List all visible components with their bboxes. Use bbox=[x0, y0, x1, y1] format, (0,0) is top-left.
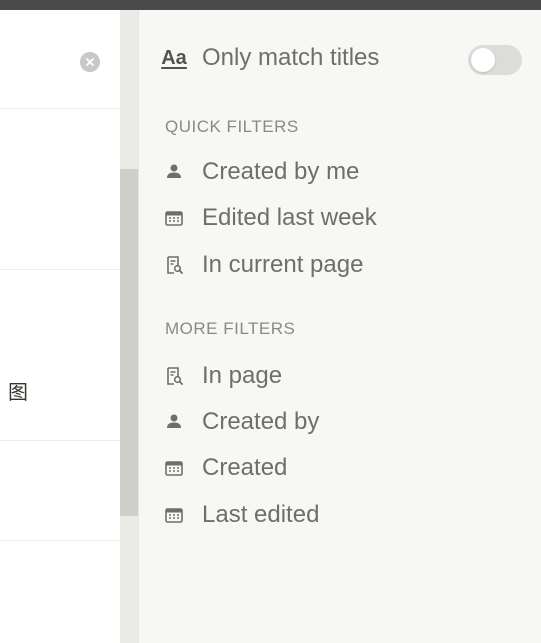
search-result-snippet[interactable]: 图 bbox=[8, 376, 28, 405]
person-icon bbox=[163, 411, 185, 433]
page-search-icon bbox=[163, 365, 185, 387]
filter-label: In current page bbox=[202, 251, 364, 278]
filter-edited-last-week[interactable]: Edited last week bbox=[163, 202, 377, 234]
calendar-icon bbox=[163, 207, 185, 229]
search-filters-panel: Aa Only match titles QUICK FILTERS Creat… bbox=[138, 10, 541, 643]
results-divider bbox=[0, 269, 120, 270]
filter-in-page[interactable]: In page bbox=[163, 360, 282, 392]
page-search-icon bbox=[163, 254, 185, 276]
filter-label: Last edited bbox=[202, 501, 320, 528]
filter-created-by-me[interactable]: Created by me bbox=[163, 156, 359, 188]
calendar-icon bbox=[163, 457, 185, 479]
toggle-knob bbox=[471, 48, 495, 72]
filter-last-edited[interactable]: Last edited bbox=[163, 499, 319, 531]
filter-created-by[interactable]: Created by bbox=[163, 406, 319, 438]
search-results-pane: 图 bbox=[0, 10, 140, 643]
filter-in-current-page[interactable]: In current page bbox=[163, 249, 363, 281]
filter-label: In page bbox=[202, 362, 283, 389]
clear-search-button[interactable] bbox=[80, 52, 100, 72]
results-divider bbox=[0, 540, 120, 541]
filter-label: Created by bbox=[202, 408, 320, 435]
results-divider bbox=[0, 440, 120, 441]
only-match-titles-label: Only match titles bbox=[202, 44, 380, 71]
person-icon bbox=[163, 161, 185, 183]
filter-label: Edited last week bbox=[202, 204, 377, 231]
filter-label: Created by me bbox=[202, 158, 360, 185]
quick-filters-heading: QUICK FILTERS bbox=[165, 117, 299, 136]
only-match-titles-row[interactable]: Aa Only match titles bbox=[161, 42, 380, 74]
close-icon bbox=[86, 58, 94, 66]
filter-created[interactable]: Created bbox=[163, 452, 287, 484]
window-top-border bbox=[0, 0, 541, 10]
more-filters-heading: MORE FILTERS bbox=[165, 319, 296, 338]
only-match-titles-toggle[interactable] bbox=[468, 45, 522, 75]
text-case-icon: Aa bbox=[161, 46, 187, 69]
calendar-icon bbox=[163, 504, 185, 526]
filter-label: Created bbox=[202, 454, 288, 481]
results-scrollbar-thumb[interactable] bbox=[120, 169, 138, 516]
results-divider bbox=[0, 108, 120, 109]
